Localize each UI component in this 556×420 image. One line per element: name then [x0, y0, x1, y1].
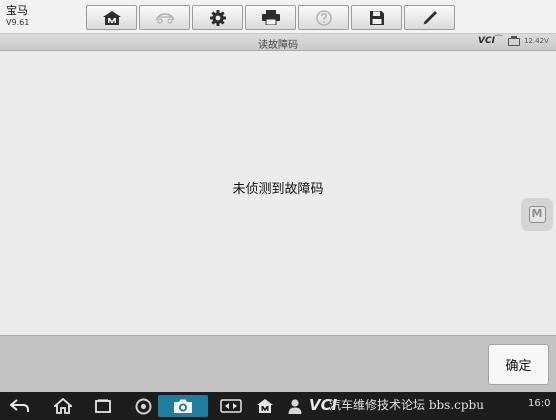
- save-icon: [369, 10, 384, 25]
- m-icon: M: [528, 206, 546, 223]
- autel-home-button[interactable]: [253, 395, 277, 417]
- user-icon: [288, 399, 302, 414]
- vehicle-info: 宝马 V9.61: [6, 4, 29, 29]
- system-navigation-bar: VCI 汽车维修技术论坛 bbs.cpbu 16:0: [0, 392, 556, 420]
- vci-status-button[interactable]: [216, 395, 246, 417]
- print-button[interactable]: [245, 5, 296, 30]
- recent-apps-button[interactable]: [92, 395, 114, 417]
- screenshot-button[interactable]: [158, 395, 208, 417]
- edit-button[interactable]: [404, 5, 455, 30]
- software-version: V9.61: [6, 18, 30, 27]
- save-button[interactable]: [351, 5, 402, 30]
- home-icon: [54, 398, 72, 414]
- settings-button[interactable]: [192, 5, 243, 30]
- vehicle-swap-button[interactable]: [139, 5, 190, 30]
- back-button[interactable]: [6, 395, 34, 417]
- recent-apps-icon: [95, 399, 111, 413]
- gear-icon: [209, 9, 226, 26]
- battery-voltage: 12.42V: [524, 37, 549, 45]
- no-dtc-message: 未侦测到故障码: [232, 182, 324, 197]
- camera-icon: [174, 399, 192, 413]
- home-nav-button[interactable]: [50, 395, 76, 417]
- page-title: 读故障码: [258, 40, 298, 51]
- pen-icon: [423, 10, 437, 24]
- top-header: 宝马 V9.61: [0, 0, 556, 34]
- clock: 16:0: [528, 398, 551, 409]
- browser-button[interactable]: [132, 395, 154, 417]
- home-m-icon: [257, 399, 273, 413]
- home-m-icon: [102, 10, 121, 25]
- chrome-icon: [135, 398, 151, 414]
- battery-icon: [508, 36, 520, 46]
- action-bar: 确定: [0, 335, 556, 392]
- floating-home-button[interactable]: M: [521, 198, 553, 231]
- user-button[interactable]: [284, 395, 306, 417]
- vci-device-icon: [220, 399, 242, 413]
- print-icon: [261, 10, 280, 25]
- vci-logo: VCI⁀: [478, 36, 503, 46]
- toolbar: [86, 5, 455, 31]
- ok-button[interactable]: 确定: [488, 344, 549, 385]
- home-button[interactable]: [86, 5, 137, 30]
- status-bar: 读故障码 VCI⁀ 12.42V: [0, 34, 556, 51]
- forum-watermark: 汽车维修技术论坛 bbs.cpbu: [329, 398, 484, 412]
- main-content: 未侦测到故障码 M: [0, 51, 556, 335]
- vehicle-make: 宝马: [6, 4, 28, 17]
- back-arrow-icon: [10, 399, 29, 412]
- help-icon: [315, 9, 332, 26]
- help-button[interactable]: [298, 5, 349, 30]
- vehicle-swap-icon: [154, 12, 175, 24]
